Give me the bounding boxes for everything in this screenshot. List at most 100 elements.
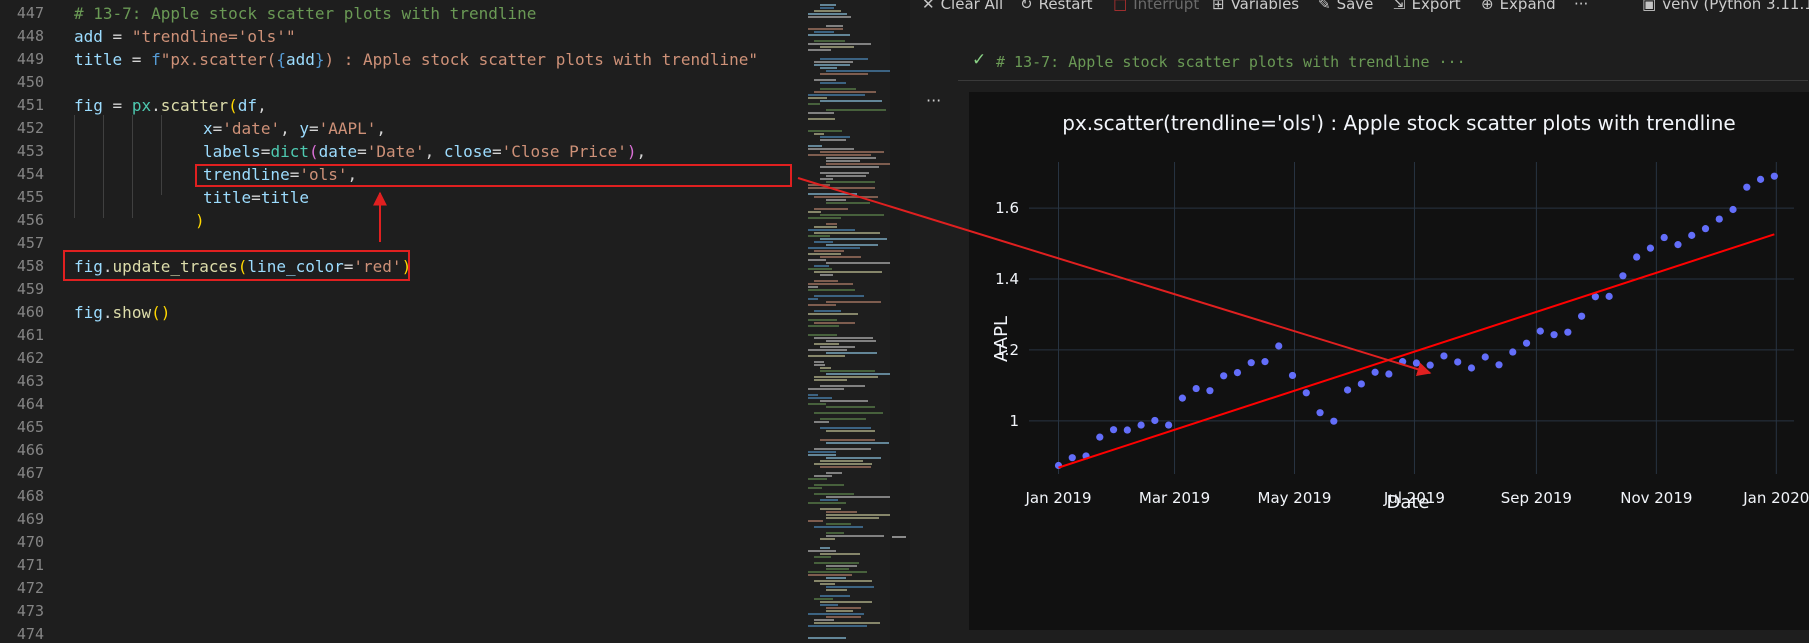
- x-tick-label: Mar 2019: [1139, 489, 1210, 507]
- minimap-line: [808, 154, 871, 156]
- minimap-line: [820, 418, 866, 420]
- minimap-line: [826, 442, 889, 444]
- code-token: =: [308, 119, 319, 138]
- minimap-line: [814, 598, 833, 600]
- minimap-line: [826, 607, 861, 609]
- minimap-line: [826, 70, 890, 72]
- minimap-line: [814, 475, 832, 477]
- scatter-point: [1688, 231, 1696, 239]
- minimap-line: [808, 283, 853, 285]
- line-number: 456: [16, 211, 44, 229]
- trendline-highlight-box: [195, 164, 792, 187]
- scatter-point: [1261, 358, 1269, 366]
- minimap-line: [826, 511, 857, 513]
- minimap-line: [808, 253, 841, 255]
- minimap-line: [808, 97, 827, 99]
- minimap-line: [826, 25, 843, 27]
- scatter-point: [1165, 421, 1173, 429]
- minimap-line: [814, 196, 878, 198]
- minimap-line: [826, 352, 877, 354]
- line-number: 472: [16, 579, 44, 597]
- minimap-line: [826, 535, 884, 537]
- expand-button[interactable]: ⊕ Expand: [1481, 0, 1556, 13]
- minimap-line: [826, 565, 857, 567]
- minimap-line: [820, 58, 868, 60]
- scatter-point: [1646, 244, 1655, 252]
- minimap-line: [808, 304, 836, 306]
- chart-title: px.scatter(trendline='ols') : Apple stoc…: [1062, 111, 1735, 135]
- more-actions-button[interactable]: ···: [1574, 0, 1588, 13]
- scatter-point: [1357, 380, 1365, 388]
- plot-output[interactable]: px.scatter(trendline='ols') : Apple stoc…: [969, 92, 1809, 630]
- trendline: [1058, 233, 1775, 469]
- minimap-line: [826, 109, 886, 111]
- minimap[interactable]: [800, 0, 890, 643]
- minimap-line: [814, 241, 833, 243]
- scatter-point: [1467, 364, 1476, 372]
- minimap-line: [820, 139, 846, 141]
- code-token: f: [151, 50, 161, 69]
- restart-button[interactable]: ↻ Restart: [1020, 0, 1093, 13]
- scatter-point: [1619, 272, 1627, 280]
- save-button[interactable]: ✎ Save: [1318, 0, 1373, 13]
- interrupt-button[interactable]: □ Interrupt: [1113, 0, 1199, 13]
- scatter-point: [1247, 359, 1255, 367]
- minimap-line: [808, 235, 830, 237]
- variables-button[interactable]: ⊞ Variables: [1212, 0, 1299, 13]
- minimap-line: [814, 421, 829, 423]
- line-number: 460: [16, 303, 44, 321]
- kernel-picker[interactable]: ▣ venv (Python 3.11.1): [1642, 0, 1809, 13]
- code-token: x: [203, 119, 213, 138]
- minimap-line: [826, 262, 890, 264]
- minimap-line: [814, 322, 855, 324]
- scatter-point: [1385, 370, 1393, 378]
- minimap-line: [820, 367, 831, 369]
- minimap-line: [826, 430, 875, 432]
- minimap-line: [814, 250, 844, 252]
- export-button[interactable]: ⇲ Export: [1393, 0, 1461, 13]
- minimap-line: [826, 223, 837, 225]
- minimap-line: [808, 478, 827, 480]
- line-number: 473: [16, 602, 44, 620]
- minimap-line: [826, 610, 853, 612]
- line-number: 453: [16, 142, 44, 160]
- minimap-line: [820, 82, 846, 84]
- clear-all-button[interactable]: ✕ Clear All: [922, 0, 1003, 13]
- minimap-line: [808, 355, 845, 357]
- scatter-point: [1151, 416, 1159, 425]
- code-token: =: [492, 142, 502, 161]
- minimap-line: [814, 295, 864, 297]
- scrollbar-thumb[interactable]: [892, 536, 906, 538]
- cell-menu-button[interactable]: ···: [926, 91, 941, 110]
- minimap-line: [826, 199, 846, 201]
- minimap-line: [820, 151, 884, 153]
- minimap-line: [814, 412, 883, 414]
- minimap-line: [814, 622, 880, 624]
- code-editor[interactable]: 447 448 449 450 451 452 453 454 455 456 457 458 459 4…: [0, 0, 800, 643]
- y-tick-label: 1.6: [995, 199, 1019, 217]
- minimap-line: [814, 91, 876, 93]
- minimap-line: [820, 178, 833, 180]
- cell-header[interactable]: ✓ # 13-7: Apple stock scatter plots with…: [958, 42, 1808, 81]
- code-comment: # 13-7: Apple stock scatter plots with t…: [74, 4, 537, 23]
- line-number: 462: [16, 349, 44, 367]
- minimap-line: [808, 193, 857, 195]
- minimap-line: [826, 457, 881, 459]
- minimap-line: [808, 451, 836, 453]
- minimap-line: [808, 625, 867, 627]
- minimap-line: [808, 211, 821, 213]
- save-icon: ✎: [1318, 0, 1331, 13]
- minimap-line: [808, 319, 837, 321]
- minimap-line: [820, 547, 830, 549]
- y-axis-ticks: 11.21.41.6: [995, 199, 1019, 430]
- code-token: =: [357, 142, 367, 161]
- minimap-line: [826, 523, 851, 525]
- editor-splitter[interactable]: [890, 0, 910, 643]
- code-token: .: [151, 96, 161, 115]
- code-token: =: [102, 27, 132, 46]
- indent-guide: [161, 115, 162, 195]
- minimap-line: [826, 472, 842, 474]
- line-number: 457: [16, 234, 44, 252]
- x-tick-label: Sep 2019: [1501, 489, 1572, 507]
- minimap-line: [814, 133, 824, 135]
